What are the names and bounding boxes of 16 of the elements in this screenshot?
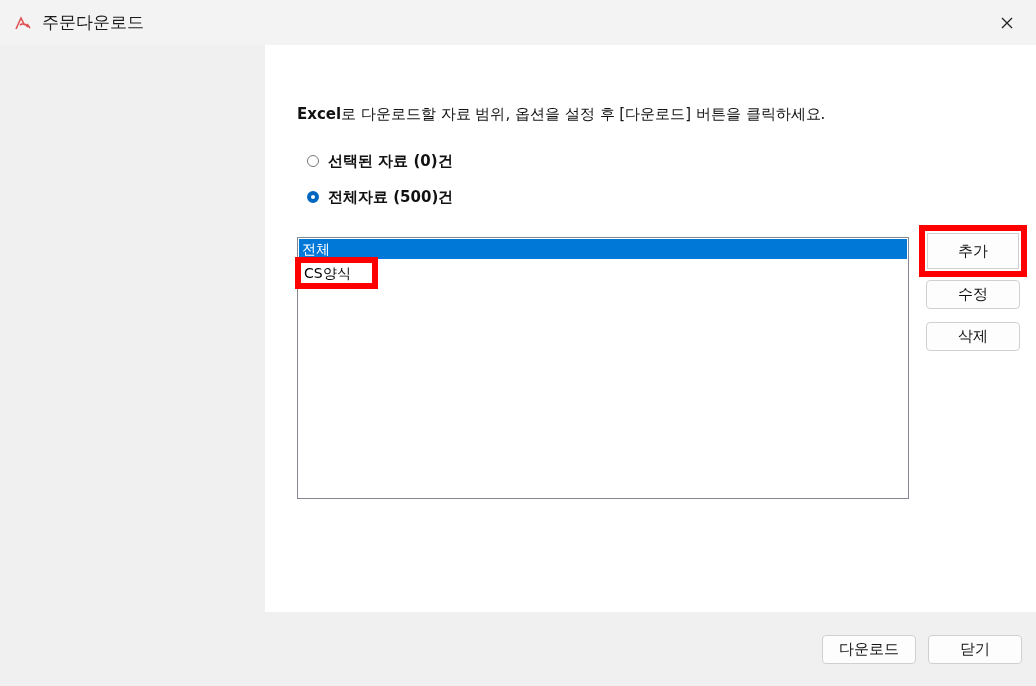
list-item[interactable]: 전체 — [299, 239, 907, 259]
radio-button[interactable] — [307, 155, 319, 167]
format-list[interactable]: 전체 CS양식 — [297, 237, 909, 499]
close-icon — [1001, 16, 1013, 29]
radio-label: 전체자료 (500)건 — [328, 187, 454, 207]
footer-button[interactable]: 닫기 — [928, 634, 1022, 664]
list-action-button[interactable]: 삭제 — [926, 322, 1020, 351]
window-title: 주문다운로드 — [42, 11, 145, 34]
radio-label: 선택된 자료 (0)건 — [328, 151, 453, 171]
list-action-button[interactable]: 추가 — [919, 225, 1027, 277]
app-logo-icon — [14, 15, 32, 30]
list-item[interactable]: CS양식 — [295, 257, 378, 289]
list-action-button[interactable]: 수정 — [926, 280, 1020, 309]
footer-button[interactable]: 다운로드 — [822, 634, 916, 664]
radio-button[interactable] — [307, 191, 319, 203]
instruction-text: Excel로 다운로드할 자료 범위, 옵션을 설정 후 [다운로드] 버튼을 클릭하세요. — [297, 105, 827, 125]
